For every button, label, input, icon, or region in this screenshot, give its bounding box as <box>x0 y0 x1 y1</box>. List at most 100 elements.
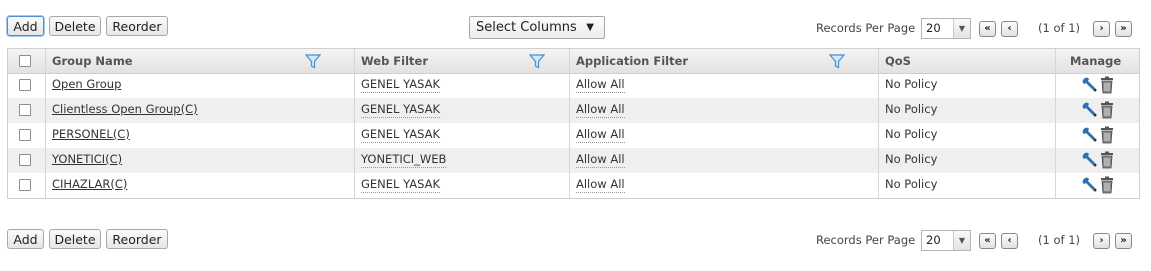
manage-actions <box>1082 76 1113 94</box>
records-per-page-select-top[interactable]: 20 ▼ <box>921 18 971 39</box>
select-columns-dropdown[interactable]: Select Columns ▼ <box>469 16 605 39</box>
manage-actions <box>1082 101 1113 119</box>
wrench-icon[interactable] <box>1082 102 1097 117</box>
application-filter-value[interactable]: Allow All <box>576 176 625 193</box>
group-name-link[interactable]: YONETICI(C) <box>52 148 122 173</box>
trash-icon[interactable] <box>1101 176 1113 194</box>
header-qos[interactable]: QoS <box>885 49 911 73</box>
group-name-link[interactable]: Open Group <box>52 73 121 98</box>
web-filter-value[interactable]: GENEL YASAK <box>361 176 441 193</box>
application-filter-cell: Allow All <box>576 73 625 98</box>
web-filter-value[interactable]: GENEL YASAK <box>361 126 441 143</box>
records-per-page-label-top: Records Per Page <box>816 21 916 35</box>
records-per-page-value: 20 <box>926 21 941 35</box>
last-page-icon: » <box>1120 23 1127 34</box>
header-group-name[interactable]: Group Name <box>52 49 133 73</box>
row-checkbox[interactable] <box>19 179 31 191</box>
trash-icon[interactable] <box>1101 76 1113 94</box>
prev-page-button-bottom[interactable]: ‹ <box>1001 233 1018 249</box>
add-button-top[interactable]: Add <box>7 16 44 36</box>
table-header: Group Name Web Filter Application Filter… <box>8 49 1139 74</box>
filter-icon[interactable] <box>305 54 321 69</box>
chevron-down-icon: ▼ <box>953 19 970 38</box>
group-name-link[interactable]: Clientless Open Group(C) <box>52 98 198 123</box>
qos-value: No Policy <box>885 152 938 166</box>
table-row[interactable]: YONETICI(C) YONETICI_WEB Allow All No Po… <box>8 148 1139 173</box>
last-page-button-top[interactable]: » <box>1115 21 1132 37</box>
next-page-icon: › <box>1099 235 1104 246</box>
qos-value: No Policy <box>885 102 938 116</box>
first-page-button-bottom[interactable]: « <box>979 233 996 249</box>
application-filter-cell: Allow All <box>576 173 625 198</box>
manage-actions <box>1082 176 1113 194</box>
web-filter-cell: GENEL YASAK <box>361 123 441 148</box>
column-divider <box>569 49 570 198</box>
group-name-link[interactable]: CIHAZLAR(C) <box>52 173 127 198</box>
qos-value: No Policy <box>885 177 938 191</box>
web-filter-cell: GENEL YASAK <box>361 73 441 98</box>
table-row[interactable]: PERSONEL(C) GENEL YASAK Allow All No Pol… <box>8 123 1139 148</box>
row-checkbox[interactable] <box>19 104 31 116</box>
first-page-button-top[interactable]: « <box>979 21 996 37</box>
header-web-filter[interactable]: Web Filter <box>361 49 428 73</box>
reorder-button-top[interactable]: Reorder <box>106 16 168 36</box>
first-page-icon: « <box>984 23 991 34</box>
web-filter-value[interactable]: GENEL YASAK <box>361 101 441 118</box>
application-filter-cell: Allow All <box>576 148 625 173</box>
records-per-page-label-bottom: Records Per Page <box>816 233 916 247</box>
wrench-icon[interactable] <box>1082 77 1097 92</box>
delete-button-bottom[interactable]: Delete <box>49 229 101 249</box>
wrench-icon[interactable] <box>1082 152 1097 167</box>
select-all-checkbox[interactable] <box>19 55 31 67</box>
records-per-page-value: 20 <box>926 233 941 247</box>
trash-icon[interactable] <box>1101 151 1113 169</box>
filter-icon[interactable] <box>829 54 845 69</box>
column-divider <box>878 49 879 198</box>
application-filter-value[interactable]: Allow All <box>576 76 625 93</box>
web-filter-cell: YONETICI_WEB <box>361 148 447 173</box>
next-page-button-top[interactable]: › <box>1093 21 1110 37</box>
add-button-bottom[interactable]: Add <box>7 229 44 249</box>
web-filter-cell: GENEL YASAK <box>361 98 441 123</box>
application-filter-value[interactable]: Allow All <box>576 126 625 143</box>
group-name-link[interactable]: PERSONEL(C) <box>52 123 130 148</box>
web-filter-value[interactable]: YONETICI_WEB <box>361 151 447 168</box>
row-checkbox[interactable] <box>19 154 31 166</box>
web-filter-value[interactable]: GENEL YASAK <box>361 76 441 93</box>
prev-page-icon: ‹ <box>1007 235 1012 246</box>
page-info-top: (1 of 1) <box>1038 21 1081 35</box>
manage-actions <box>1082 126 1113 144</box>
groups-table: Group Name Web Filter Application Filter… <box>7 48 1140 199</box>
table-row[interactable]: Open Group GENEL YASAK Allow All No Poli… <box>8 73 1139 98</box>
next-page-button-bottom[interactable]: › <box>1093 233 1110 249</box>
manage-actions <box>1082 151 1113 169</box>
column-divider <box>354 49 355 198</box>
application-filter-value[interactable]: Allow All <box>576 151 625 168</box>
delete-button-top[interactable]: Delete <box>49 16 101 36</box>
header-manage: Manage <box>1070 54 1122 68</box>
reorder-button-bottom[interactable]: Reorder <box>106 229 168 249</box>
page-info-bottom: (1 of 1) <box>1038 233 1081 247</box>
last-page-button-bottom[interactable]: » <box>1115 233 1132 249</box>
select-columns-label: Select Columns <box>476 20 577 35</box>
trash-icon[interactable] <box>1101 126 1113 144</box>
application-filter-cell: Allow All <box>576 123 625 148</box>
prev-page-icon: ‹ <box>1007 23 1012 34</box>
table-row[interactable]: CIHAZLAR(C) GENEL YASAK Allow All No Pol… <box>8 173 1139 198</box>
row-checkbox[interactable] <box>19 79 31 91</box>
qos-value: No Policy <box>885 127 938 141</box>
wrench-icon[interactable] <box>1082 177 1097 192</box>
trash-icon[interactable] <box>1101 101 1113 119</box>
records-per-page-select-bottom[interactable]: 20 ▼ <box>921 230 971 251</box>
prev-page-button-top[interactable]: ‹ <box>1001 21 1018 37</box>
dropdown-arrow-icon: ▼ <box>586 22 594 33</box>
application-filter-value[interactable]: Allow All <box>576 101 625 118</box>
web-filter-cell: GENEL YASAK <box>361 173 441 198</box>
application-filter-cell: Allow All <box>576 98 625 123</box>
table-row[interactable]: Clientless Open Group(C) GENEL YASAK All… <box>8 98 1139 123</box>
filter-icon[interactable] <box>529 54 545 69</box>
wrench-icon[interactable] <box>1082 127 1097 142</box>
header-application-filter[interactable]: Application Filter <box>576 49 688 73</box>
row-checkbox[interactable] <box>19 129 31 141</box>
first-page-icon: « <box>984 235 991 246</box>
